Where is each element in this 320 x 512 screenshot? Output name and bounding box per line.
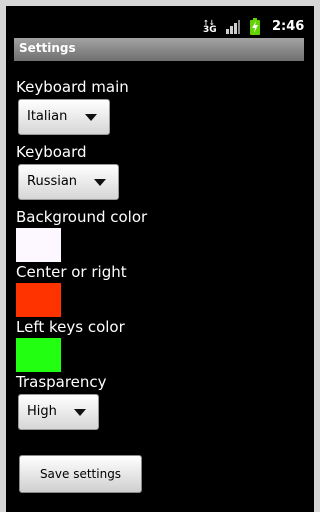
- keyboard-spinner[interactable]: Russian: [18, 164, 119, 200]
- app-screen: ↑↓ 3G 2:46 Settings Keyboard main Italia…: [6, 6, 314, 512]
- center-or-right-color-swatch[interactable]: [16, 283, 61, 317]
- transparency-label: Trasparency: [16, 373, 107, 391]
- page-title: Settings: [19, 41, 76, 55]
- keyboard-main-value: Italian: [27, 109, 68, 124]
- transparency-value: High: [27, 404, 57, 419]
- dropdown-arrow-icon: [74, 409, 86, 416]
- signal-bars-icon: [226, 20, 240, 34]
- clock: 2:46: [272, 19, 305, 34]
- keyboard-main-spinner[interactable]: Italian: [18, 99, 110, 135]
- keyboard-label: Keyboard: [16, 143, 87, 161]
- background-color-swatch[interactable]: [16, 228, 61, 262]
- left-keys-color-label: Left keys color: [16, 318, 125, 336]
- transparency-spinner[interactable]: High: [18, 394, 99, 430]
- battery-charging-icon: [250, 18, 260, 35]
- status-bar: ↑↓ 3G 2:46: [6, 6, 314, 38]
- data-arrows-icon: ↑↓ 3G: [203, 19, 217, 35]
- center-or-right-label: Center or right: [16, 263, 127, 281]
- left-keys-color-swatch[interactable]: [16, 338, 61, 372]
- dropdown-arrow-icon: [94, 179, 106, 186]
- signal-type-label: 3G: [203, 25, 217, 35]
- save-settings-button[interactable]: Save settings: [19, 455, 142, 493]
- keyboard-value: Russian: [27, 174, 78, 189]
- background-color-label: Background color: [16, 208, 148, 226]
- title-bar: Settings: [14, 38, 304, 61]
- dropdown-arrow-icon: [85, 114, 97, 121]
- keyboard-main-label: Keyboard main: [16, 78, 129, 96]
